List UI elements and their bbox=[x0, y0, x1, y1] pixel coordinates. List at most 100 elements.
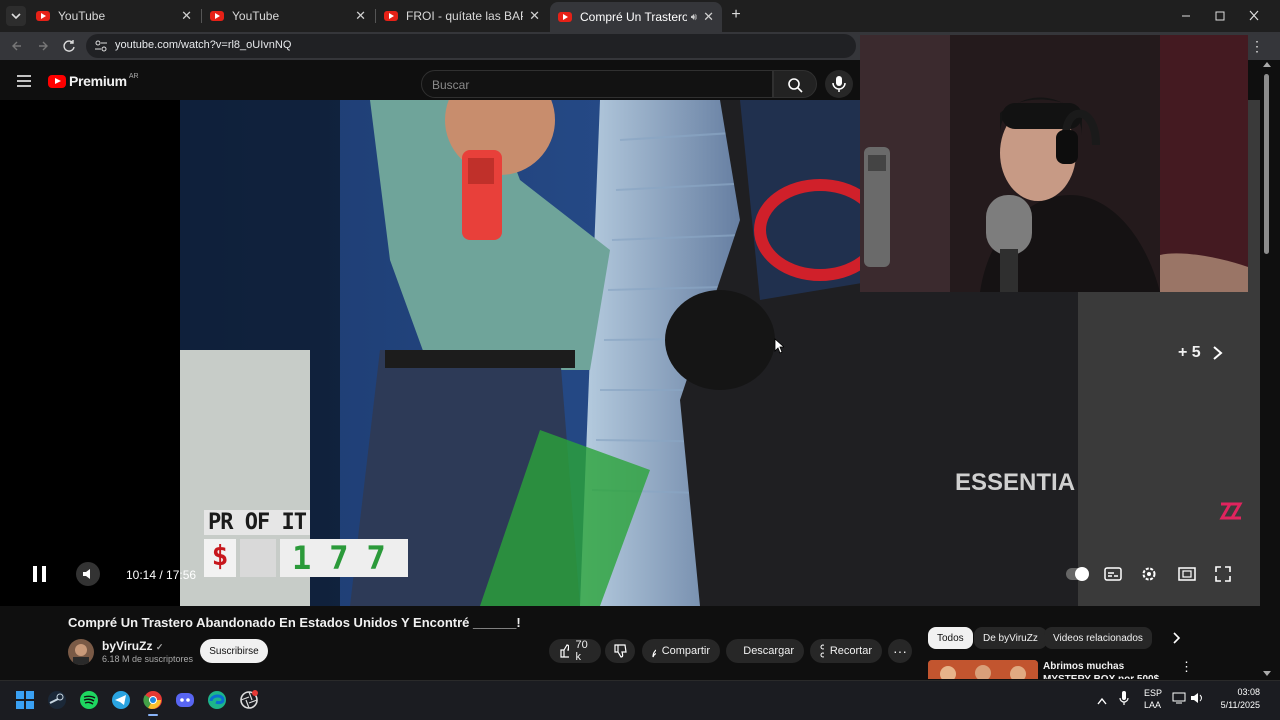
chips-next-button[interactable] bbox=[1168, 630, 1184, 646]
taskbar-date[interactable]: 5/11/2025 bbox=[1214, 700, 1260, 710]
subtitles-button[interactable] bbox=[1104, 566, 1122, 582]
recommended-thumbnail[interactable] bbox=[928, 660, 1038, 679]
chip-all[interactable]: Todos bbox=[928, 627, 973, 649]
end-screen-more-button[interactable]: + 5 bbox=[1178, 344, 1223, 362]
edge-icon bbox=[208, 691, 226, 709]
tab-search-button[interactable] bbox=[6, 6, 26, 26]
start-button[interactable] bbox=[14, 689, 36, 711]
guide-menu-button[interactable] bbox=[16, 74, 32, 88]
minimize-icon bbox=[1182, 15, 1190, 17]
edge-button[interactable] bbox=[206, 689, 228, 711]
share-label: Compartir bbox=[661, 645, 710, 657]
arrow-right-icon bbox=[39, 41, 48, 51]
dislike-button[interactable] bbox=[605, 639, 635, 663]
site-info-icon[interactable] bbox=[94, 39, 108, 53]
youtube-favicon-icon bbox=[558, 12, 572, 22]
close-window-button[interactable] bbox=[1244, 8, 1264, 24]
reload-button[interactable] bbox=[60, 37, 78, 55]
recommended-menu-button[interactable]: ⋮ bbox=[1180, 660, 1193, 674]
input-layout[interactable]: LAA bbox=[1144, 700, 1161, 710]
input-language[interactable]: ESP bbox=[1144, 688, 1162, 698]
new-tab-button[interactable]: + bbox=[727, 6, 745, 24]
thumbnail-image bbox=[928, 660, 1038, 679]
steam-icon bbox=[48, 691, 66, 709]
chrome-button[interactable] bbox=[142, 689, 164, 716]
mic-tray-button[interactable] bbox=[1118, 690, 1130, 706]
search-icon bbox=[788, 78, 803, 93]
clip-button[interactable]: Recortar bbox=[810, 639, 882, 663]
chrome-icon bbox=[143, 691, 162, 709]
avatar-image bbox=[73, 644, 89, 665]
miniplayer-button[interactable] bbox=[1178, 566, 1196, 582]
speaker-icon bbox=[1191, 693, 1202, 703]
discord-icon bbox=[176, 693, 194, 707]
download-icon bbox=[736, 644, 737, 658]
more-horizontal-icon: ··· bbox=[893, 643, 907, 659]
network-tray-button[interactable] bbox=[1172, 691, 1186, 705]
download-button[interactable]: Descargar bbox=[726, 639, 804, 663]
close-tab-icon[interactable]: ✕ bbox=[355, 8, 366, 24]
share-button[interactable]: Compartir bbox=[642, 639, 720, 663]
back-button[interactable] bbox=[8, 37, 26, 55]
chip-related[interactable]: Videos relacionados bbox=[1044, 627, 1152, 649]
close-tab-icon[interactable]: ✕ bbox=[529, 8, 540, 24]
volume-tray-button[interactable] bbox=[1190, 691, 1204, 705]
search-placeholder: Buscar bbox=[432, 78, 470, 92]
channel-avatar[interactable] bbox=[68, 639, 94, 665]
close-icon bbox=[1249, 10, 1259, 21]
page-scrollbar[interactable] bbox=[1260, 60, 1280, 680]
like-button[interactable]: 70 k bbox=[549, 639, 601, 663]
miniplayer-icon bbox=[1178, 567, 1196, 581]
volume-button[interactable] bbox=[76, 562, 100, 586]
maximize-button[interactable] bbox=[1210, 8, 1230, 24]
search-button[interactable] bbox=[773, 70, 817, 98]
channel-name[interactable]: byViruZz ✓ bbox=[102, 639, 163, 653]
capture-app-button[interactable] bbox=[238, 689, 260, 711]
channel-watermark-logo[interactable] bbox=[1218, 500, 1244, 522]
gear-icon bbox=[1142, 567, 1156, 581]
discord-button[interactable] bbox=[174, 689, 196, 711]
browser-tab-1[interactable]: YouTube ✕ bbox=[28, 4, 200, 28]
windows-taskbar: ESP LAA 03:08 5/11/2025 bbox=[0, 680, 1280, 720]
logo-text: Premium bbox=[69, 73, 127, 89]
telegram-button[interactable] bbox=[110, 689, 132, 711]
browser-tab-3[interactable]: FROI - quítate las BAPE (Visualiz ✕ bbox=[376, 4, 548, 28]
play-pause-button[interactable] bbox=[28, 562, 52, 586]
scroll-down-arrow-icon[interactable] bbox=[1263, 671, 1271, 676]
steam-button[interactable] bbox=[46, 689, 68, 711]
mouse-cursor-icon bbox=[774, 338, 786, 354]
minimize-button[interactable] bbox=[1176, 8, 1196, 24]
speaker-icon[interactable]: 🔊︎ bbox=[691, 12, 697, 23]
chevron-up-icon bbox=[1097, 697, 1107, 705]
subtitles-icon bbox=[1104, 567, 1122, 581]
address-bar[interactable]: youtube.com/watch?v=rl8_oUIvnNQ bbox=[86, 34, 856, 58]
close-tab-icon[interactable]: ✕ bbox=[181, 8, 192, 24]
more-actions-button[interactable]: ··· bbox=[888, 639, 912, 663]
taskbar-time[interactable]: 03:08 bbox=[1224, 687, 1260, 697]
scrollbar-thumb[interactable] bbox=[1264, 74, 1269, 254]
youtube-premium-logo[interactable]: Premium AR bbox=[48, 73, 139, 89]
thumbs-down-icon bbox=[614, 644, 627, 658]
search-input[interactable]: Buscar bbox=[421, 70, 773, 98]
channel-name-text: byViruZz bbox=[102, 639, 153, 653]
camera-shutter-icon bbox=[240, 690, 258, 709]
tab-title: Compré Un Trastero Aband bbox=[580, 10, 687, 24]
forward-button[interactable] bbox=[34, 37, 52, 55]
spotify-button[interactable] bbox=[78, 689, 100, 711]
voice-search-button[interactable] bbox=[825, 70, 853, 98]
tray-overflow-button[interactable] bbox=[1096, 693, 1108, 705]
recommended-title[interactable]: Abrimos muchas MYSTERY BOX por 500$ bbox=[1043, 660, 1163, 679]
chip-from-channel[interactable]: De byViruZz bbox=[974, 627, 1047, 649]
settings-button[interactable] bbox=[1140, 565, 1158, 583]
fullscreen-button[interactable] bbox=[1214, 565, 1232, 583]
subscribe-button[interactable]: Suscribirse bbox=[200, 639, 268, 663]
scroll-up-arrow-icon[interactable] bbox=[1263, 62, 1271, 67]
youtube-logo-icon bbox=[48, 74, 66, 88]
close-tab-icon[interactable]: ✕ bbox=[703, 9, 714, 25]
profit-blank-digit bbox=[240, 539, 276, 577]
browser-tab-2[interactable]: YouTube ✕ bbox=[202, 4, 374, 28]
browser-menu-button[interactable]: ⋮ bbox=[1250, 38, 1264, 54]
thumbs-up-icon bbox=[560, 644, 570, 658]
browser-tab-4-active[interactable]: Compré Un Trastero Aband 🔊︎ ✕ bbox=[550, 2, 722, 32]
autoplay-toggle[interactable] bbox=[1066, 567, 1089, 581]
